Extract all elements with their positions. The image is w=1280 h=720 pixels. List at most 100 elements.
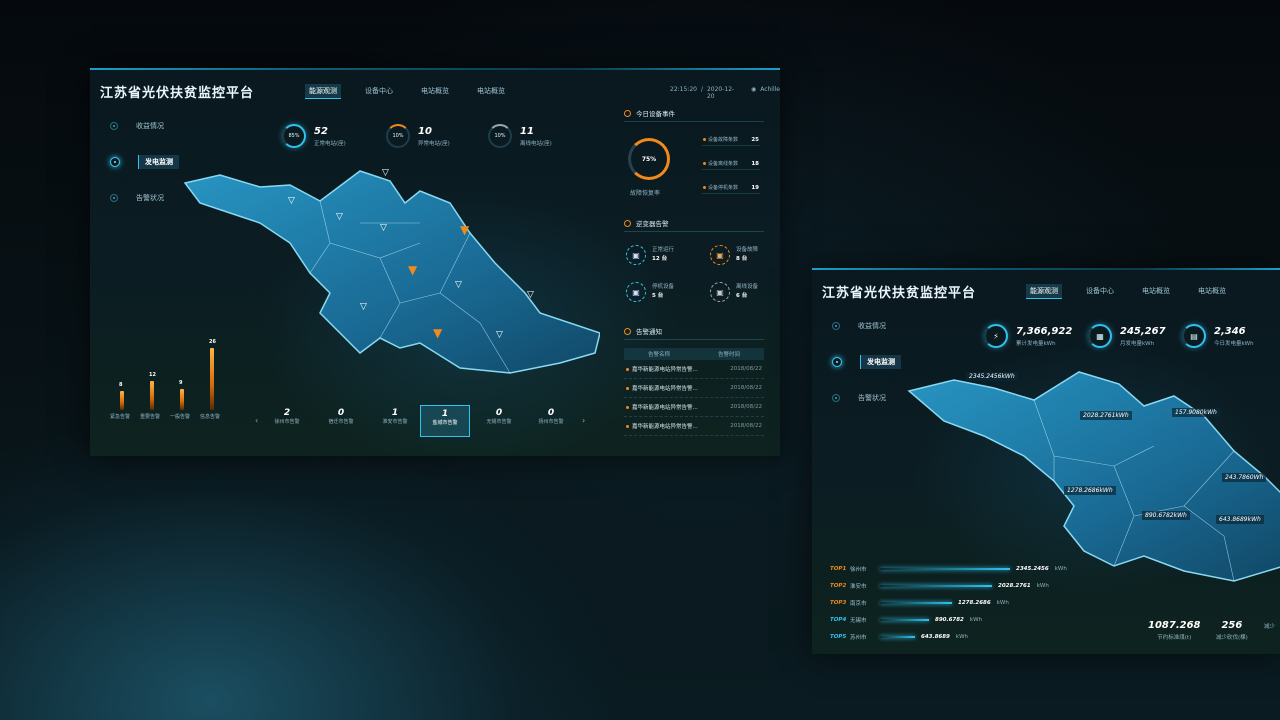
event-row: 设备离线条数 18 [702,158,760,170]
alert-name: 嘉华新能源电站异常告警... [632,424,698,430]
top-row[interactable]: TOP1 徐州市 2345.2456 kWh [830,562,1067,576]
inverter-fault-icon: ▣ [710,245,730,265]
top-unit: kWh [955,634,968,640]
city-alarm[interactable]: 2 徐州市告警 [262,408,312,425]
alarm-bar-value: 9 [179,380,183,386]
map-marker-icon[interactable]: ▽ [527,290,534,300]
map-marker-icon[interactable]: ▽ [455,280,462,290]
top-rank: TOP2 [830,583,847,589]
map-marker-icon[interactable]: ▽ [380,223,387,233]
tab-device-center[interactable]: 设备中心 [1082,284,1118,299]
stat-label: 异常电站(座) [418,140,450,147]
top-row[interactable]: TOP5 苏州市 643.8689 kWh [830,630,968,644]
top5-ranking: TOP1 徐州市 2345.2456 kWh TOP2 淮安市 2028.2761 kWh TO… [830,562,1110,642]
map-marker-icon[interactable]: ▽ [336,212,343,222]
section-icon [624,327,631,335]
sidebar-item-revenue[interactable]: 收益情况 [110,108,179,144]
sidebar-item-label: 告警状况 [858,394,886,402]
alert-row[interactable]: 嘉华新能源电站异常告警... 2018/08/22 [624,379,764,398]
tab-device-center[interactable]: 设备中心 [361,84,397,99]
city-alarm[interactable]: 0 扬州市告警 [526,408,576,425]
alert-time: 2018/08/22 [730,423,762,429]
sidebar-item-revenue[interactable]: 收益情况 [832,308,901,344]
top-row[interactable]: TOP3 南京市 1278.2686 kWh [830,596,1009,610]
top-unit: kWh [1036,583,1049,589]
city-count: 1 [391,408,399,418]
sidebar-item-label: 收益情况 [858,322,886,330]
alert-time: 2018/08/22 [730,404,762,410]
map-marker-warning-icon[interactable]: ▼ [433,326,442,340]
inverter-label: 正常运行 [652,247,675,253]
top-value: 2345.2456 [1016,566,1049,572]
map-value-label: 157.9080kWh [1172,408,1220,417]
events-header: 今日设备事件 [624,108,764,122]
alert-row[interactable]: 嘉华新能源电站异常告警... 2018/08/22 [624,398,764,417]
header-clock: 22:15:20 / 2020-12-20 ◉ Achille [670,86,780,100]
city-label: 宿迁市告警 [328,419,354,425]
event-value: 19 [751,184,759,191]
saving-value: 1087.268 [1148,620,1201,631]
tab-station-overview[interactable]: 电站概览 [1138,284,1174,299]
prev-arrow-icon[interactable]: ‹ [255,416,258,425]
platform-title: 江苏省光伏扶贫监控平台 [100,86,255,101]
tab-energy-observe[interactable]: 能源观测 [1026,284,1062,299]
stat-value: 10 [418,125,432,137]
city-alarm-selected[interactable]: 1 盐城市告警 [420,405,470,437]
tab-station-overview[interactable]: 电站概览 [417,84,453,99]
sidebar-item-generation[interactable]: 发电监测 [832,344,901,380]
top-value: 643.8689 [921,634,950,640]
alert-row[interactable]: 嘉华新能源电站异常告警... 2018/08/22 [624,360,764,379]
alerts-title: 告警通知 [636,328,662,336]
map-marker-icon[interactable]: ▽ [360,302,367,312]
tab-energy-observe[interactable]: 能源观测 [305,84,341,99]
alert-row[interactable]: 嘉华新能源电站异常告警... 2018/08/22 [624,417,764,436]
city-alarm[interactable]: 1 淮安市告警 [370,408,420,425]
alarm-bar [150,381,154,410]
nav-dot-icon [110,194,118,202]
inverter-label: 设备故障 [736,247,759,253]
event-row: 设备停机条数 19 [702,182,760,194]
sidebar-item-label: 发电监测 [860,355,901,369]
alarm-bar-label: 重要告警 [140,414,161,420]
saving-value: 256 [1221,620,1243,631]
user-icon[interactable]: ◉ [751,86,756,100]
map-marker-warning-icon[interactable]: ▼ [408,263,417,277]
inverter-value: 5 台 [652,293,664,299]
top-value: 2028.2761 [998,583,1031,589]
sidebar-item-alarms[interactable]: 告警状况 [110,180,179,216]
tab-station-overview-2[interactable]: 电站概览 [1194,284,1230,299]
map-marker-icon[interactable]: ▽ [496,330,503,340]
top-unit: kWh [996,600,1009,606]
top-bar [880,619,929,621]
stat-value: 2,346 [1214,325,1246,337]
city-alarm[interactable]: 0 无锡市告警 [474,408,524,425]
city-count: 0 [337,408,345,418]
user-name[interactable]: Achille [760,86,780,100]
nav-dot-icon [832,394,840,402]
city-label: 徐州市告警 [274,419,300,425]
map-marker-icon[interactable]: ▽ [288,196,295,206]
top-row[interactable]: TOP2 淮安市 2028.2761 kWh [830,579,1049,593]
inverter-label: 停机设备 [652,284,675,290]
inverter-normal: ▣ 正常运行 12 台 [626,245,674,265]
col-alert-name: 告警名称 [647,352,670,358]
calendar-icon: ▦ [1088,324,1112,348]
sidebar-item-alarms[interactable]: 告警状况 [832,380,901,416]
tab-station-overview-2[interactable]: 电站概览 [473,84,509,99]
jiangsu-map[interactable] [180,163,600,393]
inverter-value: 8 台 [736,256,748,262]
ring-gauge: 85% [282,124,306,148]
sidebar-item-generation[interactable]: 发电监测 [110,144,179,180]
top-bar [880,585,992,587]
map-value-label: 890.6782kWh [1142,511,1190,520]
map-marker-icon[interactable]: ▽ [382,168,389,178]
top-value: 890.6782 [935,617,964,623]
next-arrow-icon[interactable]: › [582,416,585,425]
alarm-bar [180,389,184,410]
map-marker-warning-icon[interactable]: ▼ [460,223,469,237]
top-row[interactable]: TOP4 无锡市 890.6782 kWh [830,613,982,627]
city-alarm[interactable]: 0 宿迁市告警 [316,408,366,425]
alarm-bar-value: 26 [209,339,216,345]
top-bar [880,602,952,604]
inverter-value: 6 台 [736,293,748,299]
